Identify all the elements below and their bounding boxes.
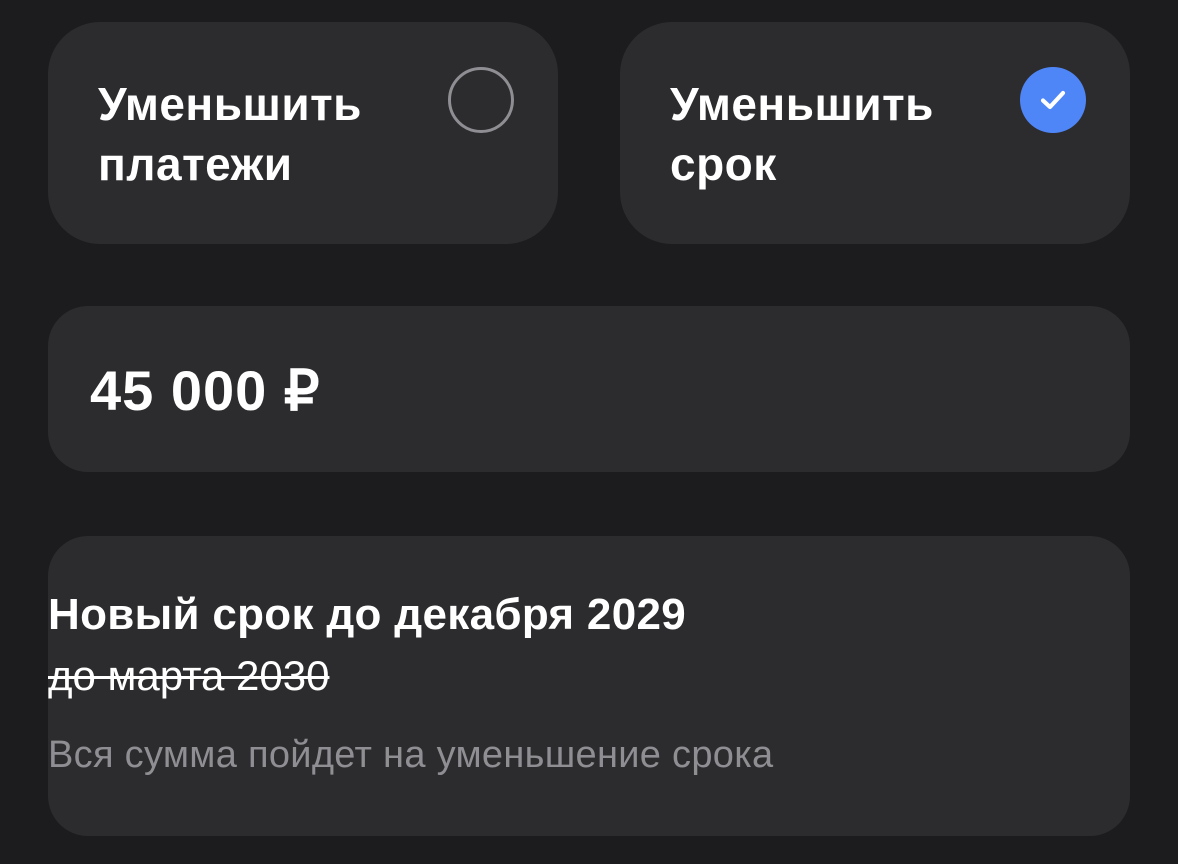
amount-value: 45 000 ₽ — [90, 359, 321, 422]
option-reduce-term-label: Уменьшить срок — [670, 78, 934, 190]
option-reduce-payments-label: Уменьшить платежи — [98, 78, 362, 190]
old-term-text: до марта 2030 — [48, 652, 330, 699]
option-reduce-payments[interactable]: Уменьшить платежи — [48, 22, 558, 244]
amount-input[interactable]: 45 000 ₽ — [48, 306, 1130, 472]
checkmark-icon — [1040, 90, 1066, 110]
hint-text: Вся сумма пойдет на уменьшение срока — [48, 734, 774, 776]
radio-unselected-icon[interactable] — [448, 67, 514, 133]
new-term-text: Новый срок до декабря 2029 — [48, 590, 687, 639]
option-reduce-term[interactable]: Уменьшить срок — [620, 22, 1130, 244]
radio-checked-icon[interactable] — [1020, 67, 1086, 133]
